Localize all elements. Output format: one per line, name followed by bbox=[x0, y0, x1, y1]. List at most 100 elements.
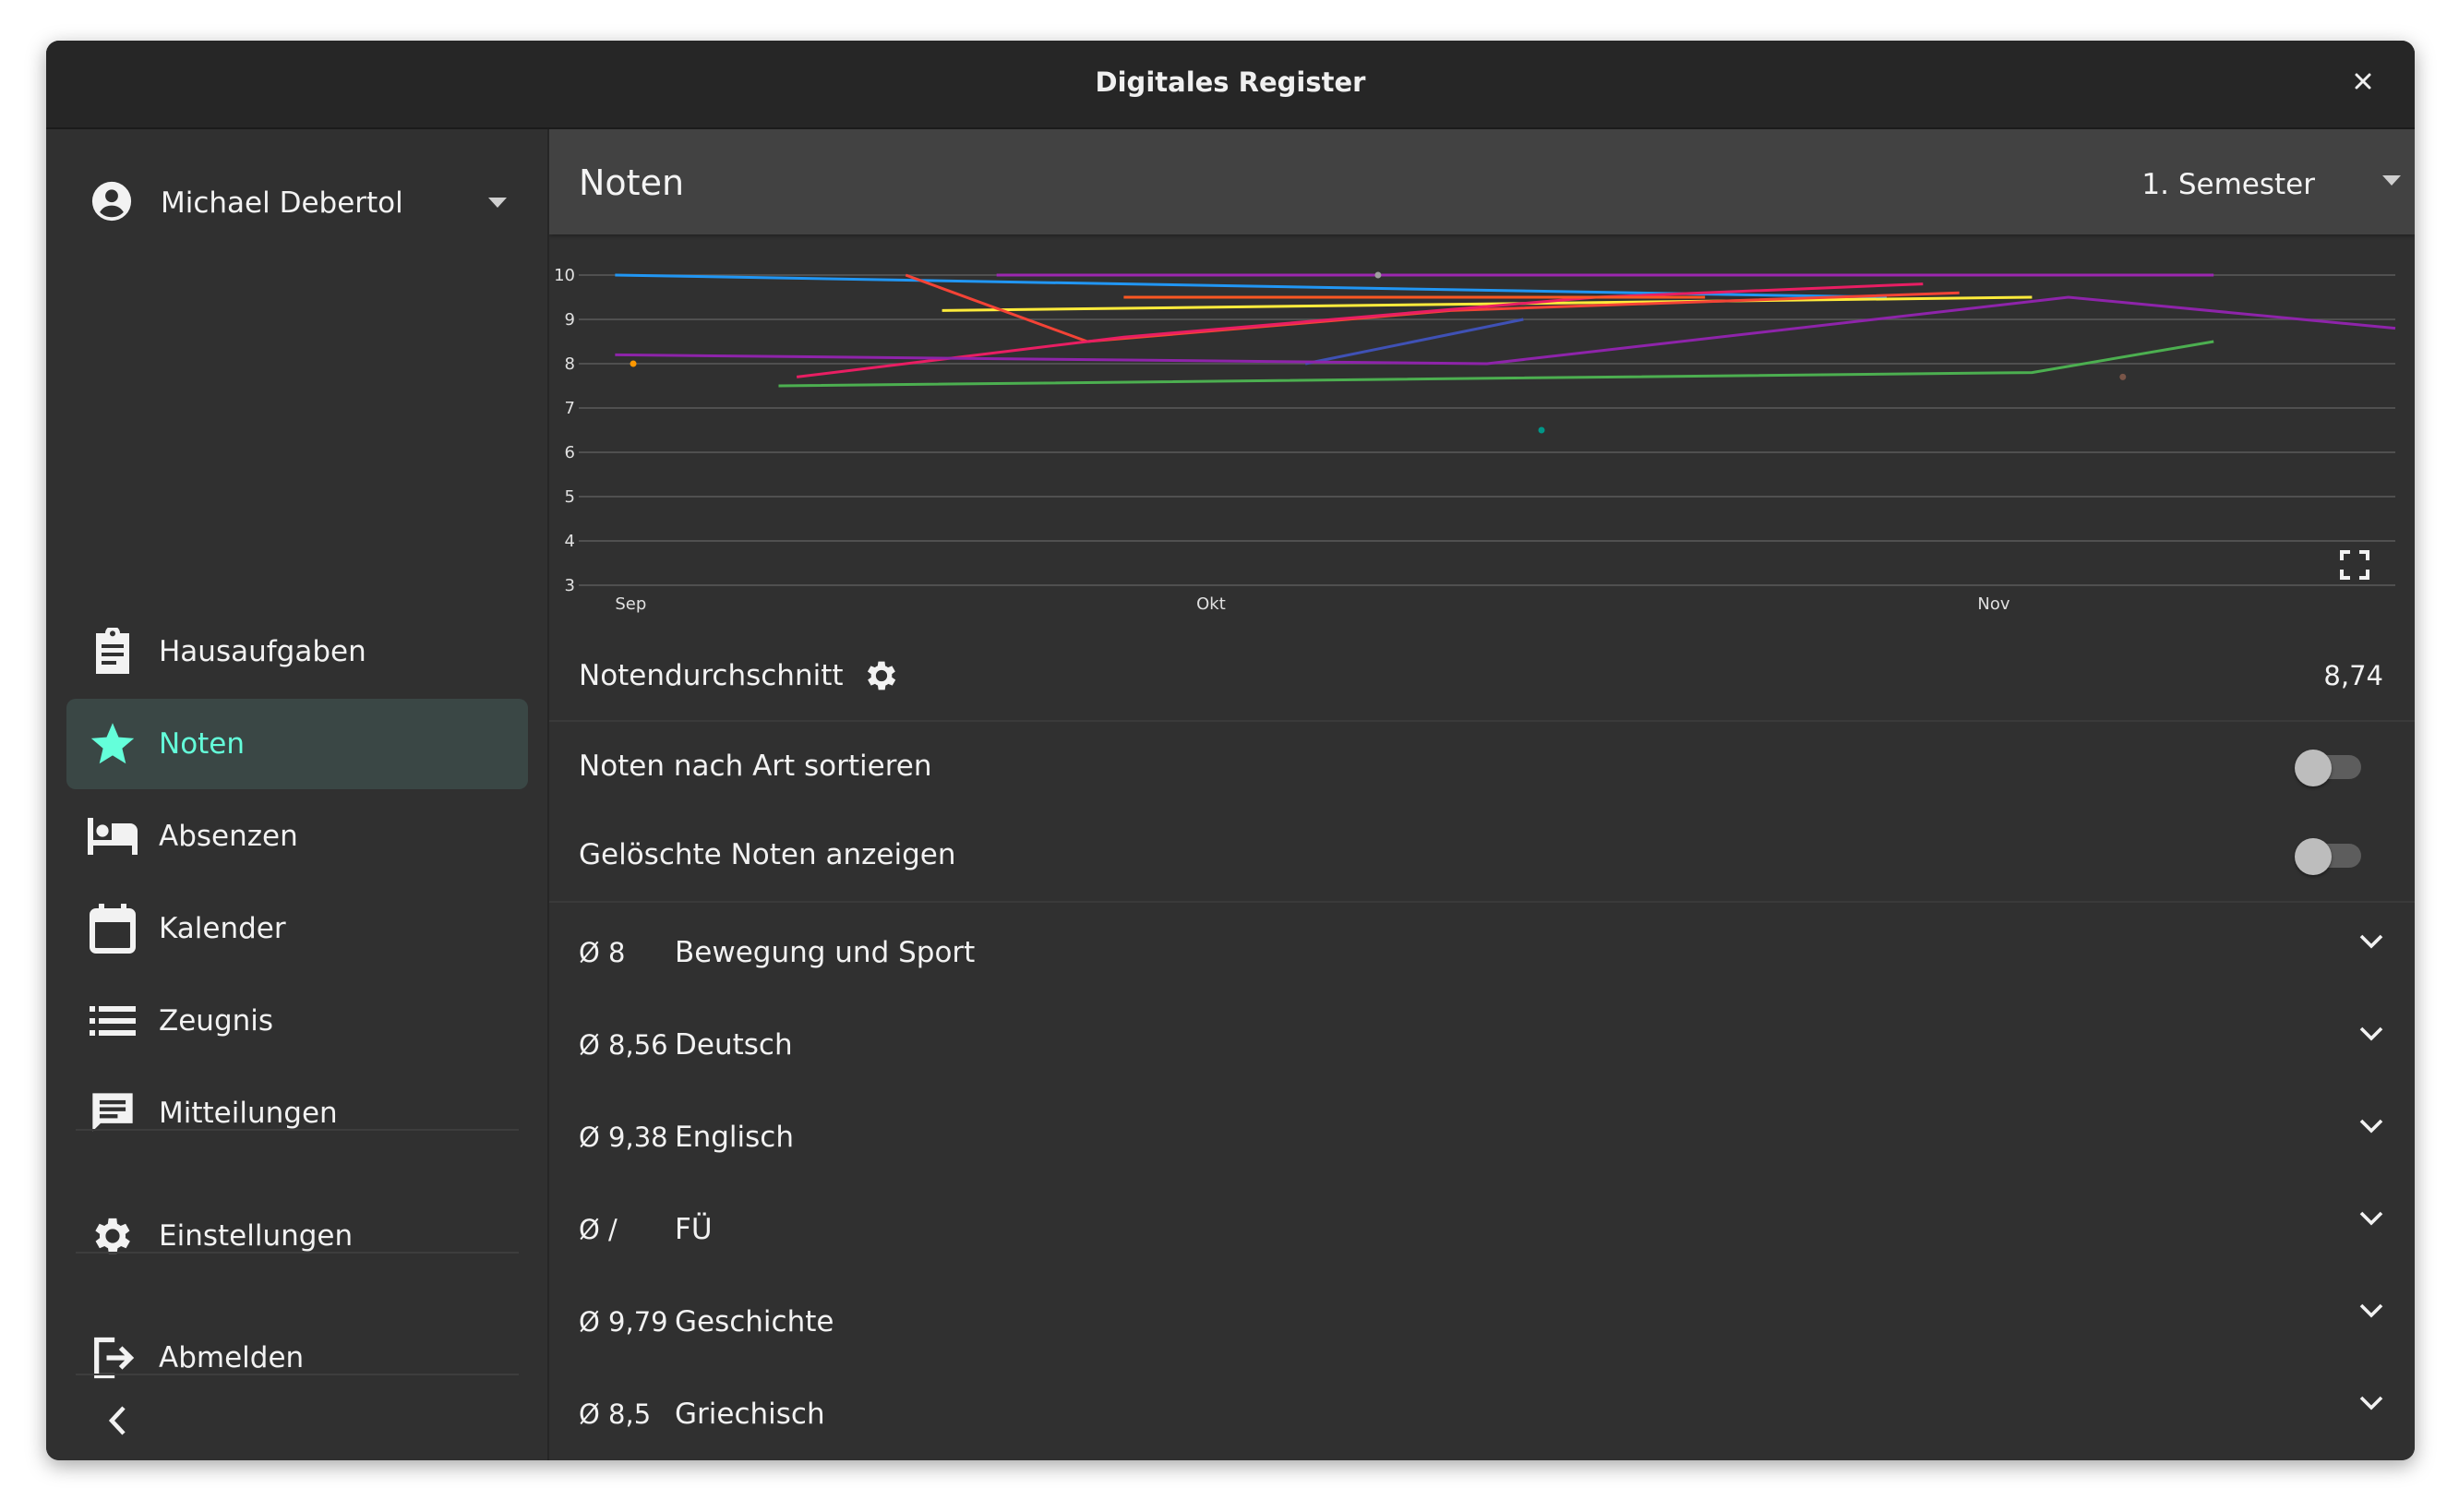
subject-name: Griechisch bbox=[675, 1398, 825, 1431]
divider bbox=[76, 1129, 519, 1131]
sort-toggle[interactable] bbox=[2295, 750, 2361, 786]
clipboard-icon bbox=[87, 626, 138, 678]
chevron-down-icon[interactable] bbox=[487, 196, 508, 213]
account-icon bbox=[90, 180, 133, 226]
average-label: Notendurchschnitt bbox=[579, 659, 844, 692]
main-content: Noten 1. Semester 10 9 8 7 6 5 4 3 Sep Okt Nov Not… bbox=[549, 129, 2415, 1460]
expand-chevron-icon[interactable] bbox=[2359, 1026, 2383, 1045]
sidebar-item-label: Einstellungen bbox=[159, 1219, 354, 1253]
message-icon bbox=[87, 1087, 138, 1139]
subject-row[interactable]: Ø 9,79 Geschichte bbox=[549, 1276, 2415, 1368]
subject-average: Ø 9,38 bbox=[579, 1122, 668, 1153]
subject-row[interactable]: Ø 8,56 Deutsch bbox=[549, 999, 2415, 1091]
sidebar-item-noten[interactable]: Noten bbox=[66, 699, 528, 789]
expand-chevron-icon[interactable] bbox=[2359, 934, 2383, 953]
sidebar-item-label: Zeugnis bbox=[159, 1004, 274, 1038]
titlebar: Digitales Register bbox=[46, 41, 2415, 129]
app-bar: Noten 1. Semester bbox=[549, 129, 2415, 234]
subject-average: Ø 8,56 bbox=[579, 1029, 668, 1061]
toggle-knob bbox=[2295, 750, 2332, 786]
bed-icon bbox=[87, 810, 138, 862]
subject-name: Deutsch bbox=[675, 1028, 793, 1062]
gear-icon[interactable] bbox=[860, 654, 903, 697]
subject-average: Ø 9,79 bbox=[579, 1306, 668, 1338]
data-point bbox=[2119, 373, 2127, 380]
sidebar-item-hausaufgaben[interactable]: Hausaufgaben bbox=[66, 606, 528, 697]
series-line bbox=[615, 295, 2396, 366]
y-tick-label: 5 bbox=[565, 487, 575, 507]
window-title: Digitales Register bbox=[1095, 66, 1366, 98]
sidebar-item-zeugnis[interactable]: Zeugnis bbox=[66, 976, 528, 1066]
sidebar-item-label: Absenzen bbox=[159, 820, 298, 853]
fullscreen-icon-corner bbox=[2359, 570, 2369, 580]
sidebar: Michael Debertol Hausaufgaben Noten Abse… bbox=[46, 129, 549, 1460]
semester-select[interactable]: 1. Semester bbox=[2141, 168, 2315, 201]
y-tick-label: 4 bbox=[565, 532, 575, 551]
sidebar-item-label: Kalender bbox=[159, 912, 286, 945]
subject-average: Ø 8 bbox=[579, 937, 626, 968]
fullscreen-icon-corner bbox=[2359, 550, 2369, 560]
toggle-label: Noten nach Art sortieren bbox=[579, 750, 932, 783]
fullscreen-icon-corner bbox=[2340, 570, 2350, 580]
sidebar-item-label: Mitteilungen bbox=[159, 1097, 338, 1130]
fullscreen-icon-corner bbox=[2340, 550, 2350, 560]
x-tick-label: Okt bbox=[1196, 594, 1226, 614]
sidebar-item-mitteilungen[interactable]: Mitteilungen bbox=[66, 1068, 528, 1158]
subject-row[interactable]: Ø 8 Bewegung und Sport bbox=[549, 906, 2415, 999]
data-point bbox=[1538, 426, 1545, 434]
expand-chevron-icon[interactable] bbox=[2359, 1119, 2383, 1137]
user-selector[interactable]: Michael Debertol bbox=[90, 175, 543, 231]
y-tick-label: 9 bbox=[565, 310, 575, 330]
y-tick-label: 6 bbox=[565, 443, 575, 462]
subject-average: Ø 8,5 bbox=[579, 1398, 652, 1430]
sidebar-item-kalender[interactable]: Kalender bbox=[66, 883, 528, 974]
list-icon bbox=[87, 995, 138, 1047]
sidebar-item-absenzen[interactable]: Absenzen bbox=[66, 791, 528, 882]
x-tick-label: Nov bbox=[1977, 594, 2009, 614]
toggle-row-sort[interactable]: Noten nach Art sortieren bbox=[549, 722, 2415, 810]
expand-chevron-icon[interactable] bbox=[2359, 1303, 2383, 1322]
y-tick-label: 7 bbox=[565, 399, 575, 418]
data-point bbox=[1374, 271, 1382, 279]
chevron-down-icon[interactable] bbox=[2381, 174, 2402, 191]
toggle-label: Gelöschte Noten anzeigen bbox=[579, 838, 956, 871]
average-row: Notendurchschnitt 8,74 bbox=[549, 631, 2415, 722]
logout-icon bbox=[87, 1332, 138, 1384]
page-title: Noten bbox=[579, 162, 685, 203]
toggle-knob bbox=[2295, 838, 2332, 875]
calendar-icon bbox=[87, 903, 138, 954]
divider bbox=[549, 901, 2415, 903]
sidebar-item-label: Noten bbox=[159, 727, 246, 761]
expand-chevron-icon[interactable] bbox=[2359, 1396, 2383, 1414]
subject-name: Bewegung und Sport bbox=[675, 936, 976, 969]
expand-chevron-icon[interactable] bbox=[2359, 1211, 2383, 1230]
subject-name: Geschichte bbox=[675, 1305, 834, 1338]
sidebar-item-einstellungen[interactable]: Einstellungen bbox=[66, 1191, 528, 1281]
user-name: Michael Debertol bbox=[161, 186, 403, 220]
divider bbox=[76, 1374, 519, 1375]
sidebar-item-label: Hausaufgaben bbox=[159, 635, 366, 668]
y-tick-label: 8 bbox=[565, 354, 575, 374]
subject-name: Englisch bbox=[675, 1121, 794, 1154]
deleted-toggle[interactable] bbox=[2295, 838, 2361, 875]
star-icon bbox=[87, 718, 138, 770]
subject-row[interactable]: Ø 9,38 Englisch bbox=[549, 1091, 2415, 1183]
x-tick-label: Sep bbox=[615, 594, 646, 614]
data-point bbox=[630, 360, 637, 367]
app-window: Digitales Register Michael Debertol Haus… bbox=[46, 41, 2415, 1460]
close-icon[interactable] bbox=[2343, 61, 2383, 102]
chevron-left-icon[interactable] bbox=[94, 1398, 140, 1444]
subject-row[interactable]: Ø 8,5 Griechisch bbox=[549, 1368, 2415, 1460]
average-value: 8,74 bbox=[2323, 660, 2383, 691]
grades-chart: 10 9 8 7 6 5 4 3 Sep Okt Nov bbox=[554, 266, 2396, 614]
y-tick-label: 10 bbox=[554, 266, 575, 285]
sidebar-item-label: Abmelden bbox=[159, 1341, 305, 1374]
y-tick-label: 3 bbox=[565, 576, 575, 595]
fullscreen-icon[interactable] bbox=[2340, 550, 2369, 580]
divider bbox=[76, 1252, 519, 1254]
subject-average: Ø / bbox=[579, 1214, 618, 1245]
toggle-row-deleted[interactable]: Gelöschte Noten anzeigen bbox=[549, 810, 2415, 899]
gear-icon bbox=[87, 1210, 138, 1262]
sidebar-item-abmelden[interactable]: Abmelden bbox=[66, 1313, 528, 1403]
subject-row[interactable]: Ø / FÜ bbox=[549, 1183, 2415, 1276]
